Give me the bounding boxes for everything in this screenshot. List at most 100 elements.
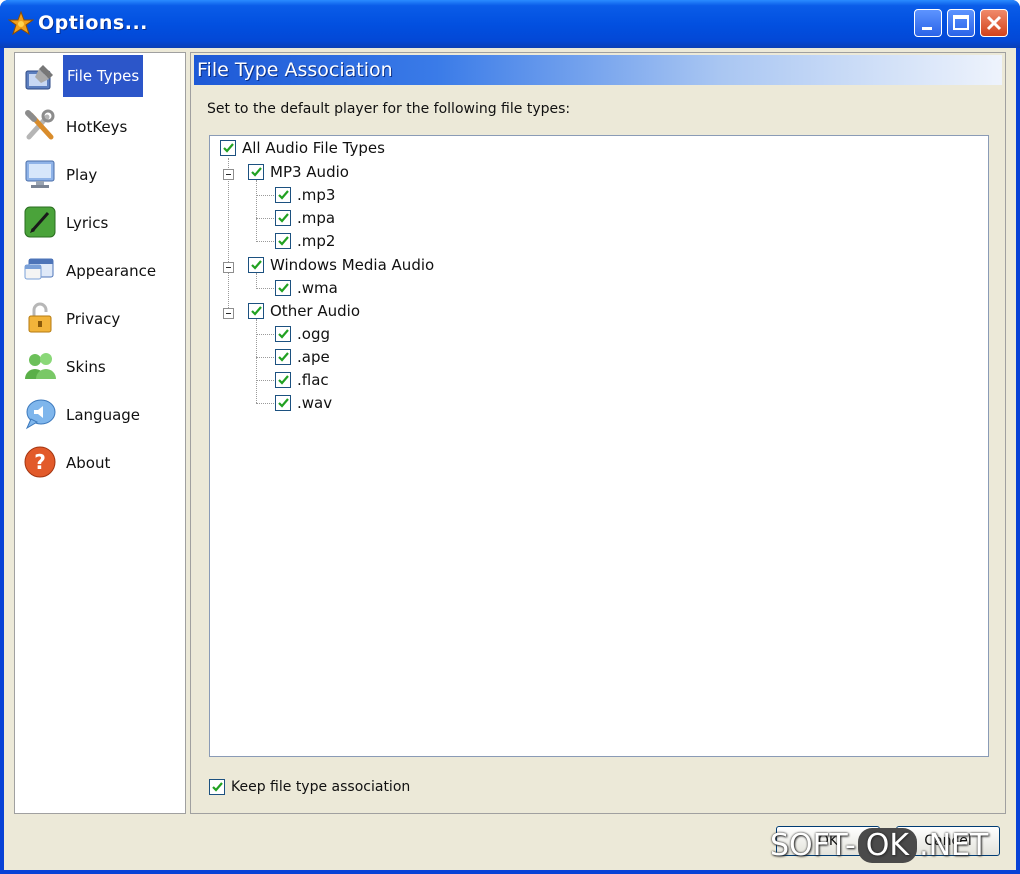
checkbox[interactable] bbox=[275, 233, 291, 249]
close-button[interactable] bbox=[980, 9, 1008, 37]
tree-label: .mpa bbox=[297, 209, 336, 227]
title-bar[interactable]: Options... bbox=[0, 0, 1020, 48]
watermark-text: SOFT- OK .NET bbox=[770, 828, 988, 863]
sidebar-item-hotkeys[interactable]: HotKeys bbox=[21, 103, 181, 149]
lock-icon bbox=[28, 302, 52, 333]
sidebar-item-label: Appearance bbox=[66, 262, 157, 280]
tree-label: All Audio File Types bbox=[242, 139, 385, 157]
help-icon: ? bbox=[24, 446, 56, 478]
tree-connector bbox=[256, 380, 274, 381]
sidebar-item-label: Skins bbox=[66, 358, 106, 376]
speech-icon bbox=[25, 399, 56, 430]
check-icon bbox=[278, 352, 289, 362]
checkbox[interactable] bbox=[220, 140, 236, 156]
watermark-left: SOFT- bbox=[770, 828, 856, 863]
maximize-icon bbox=[953, 15, 969, 30]
checkbox[interactable] bbox=[275, 280, 291, 296]
options-sidebar: File Types HotKeys Play Lyrics Appearanc… bbox=[14, 52, 186, 814]
tree-label: .wav bbox=[297, 394, 333, 412]
watermark-right: .NET bbox=[919, 828, 989, 863]
file-types-panel: File Type Association Set to the default… bbox=[190, 52, 1006, 814]
app-star-icon bbox=[8, 11, 34, 36]
minimize-icon bbox=[922, 27, 932, 30]
sidebar-item-label: Language bbox=[66, 406, 141, 424]
sidebar-item-appearance[interactable]: Appearance bbox=[21, 247, 181, 293]
dialog-body: File Types HotKeys Play Lyrics Appearanc… bbox=[4, 48, 1016, 870]
section-header: File Type Association bbox=[194, 55, 1002, 85]
tools-icon bbox=[25, 109, 55, 140]
collapse-mp3-icon[interactable] bbox=[223, 169, 234, 180]
sidebar-item-label: Privacy bbox=[66, 310, 121, 328]
sidebar-item-play[interactable]: Play bbox=[21, 151, 181, 197]
users-icon bbox=[25, 353, 56, 379]
tree-label: .mp3 bbox=[297, 186, 336, 204]
check-icon bbox=[251, 167, 262, 177]
tree-label: .mp2 bbox=[297, 232, 336, 250]
tree-connector bbox=[256, 334, 274, 335]
close-icon bbox=[986, 15, 1002, 31]
description-text: Set to the default player for the follow… bbox=[207, 101, 571, 117]
section-title: File Type Association bbox=[197, 59, 393, 81]
sidebar-item-about[interactable]: ? About bbox=[21, 439, 181, 485]
sidebar-item-label: Play bbox=[66, 166, 98, 184]
checkbox[interactable] bbox=[275, 395, 291, 411]
checkbox[interactable] bbox=[248, 257, 264, 273]
check-icon bbox=[251, 260, 262, 270]
sidebar-item-label: File Types bbox=[63, 55, 144, 97]
tree-connector bbox=[256, 273, 257, 287]
keep-association-label: Keep file type association bbox=[231, 779, 411, 795]
checkbox[interactable] bbox=[275, 210, 291, 226]
svg-text:?: ? bbox=[34, 450, 46, 474]
checkbox[interactable] bbox=[248, 164, 264, 180]
checkbox[interactable] bbox=[275, 372, 291, 388]
check-icon bbox=[278, 398, 289, 408]
tree-connector bbox=[256, 195, 274, 196]
monitor-icon bbox=[25, 160, 55, 188]
sidebar-item-privacy[interactable]: Privacy bbox=[21, 295, 181, 341]
checkbox[interactable] bbox=[275, 187, 291, 203]
tree-connector bbox=[256, 403, 274, 404]
check-icon bbox=[278, 190, 289, 200]
checkbox[interactable] bbox=[275, 326, 291, 342]
watermark-pill: OK bbox=[857, 828, 918, 863]
pencil-icon bbox=[25, 65, 53, 90]
check-icon bbox=[251, 306, 262, 316]
tree-label: .ogg bbox=[297, 325, 330, 343]
check-icon bbox=[278, 213, 289, 223]
check-icon bbox=[223, 143, 234, 153]
tree-label: Windows Media Audio bbox=[270, 256, 435, 274]
minimize-button[interactable] bbox=[914, 9, 942, 37]
check-icon bbox=[212, 782, 223, 792]
collapse-wma-icon[interactable] bbox=[223, 262, 234, 273]
tree-label: .wma bbox=[297, 279, 338, 297]
maximize-button[interactable] bbox=[947, 9, 975, 37]
collapse-other-icon[interactable] bbox=[223, 308, 234, 319]
tree-connector bbox=[256, 319, 257, 403]
sidebar-item-label: Lyrics bbox=[66, 214, 109, 232]
appearance-window-icon bbox=[24, 258, 54, 280]
check-icon bbox=[278, 283, 289, 293]
checkbox[interactable] bbox=[209, 779, 225, 795]
checkbox[interactable] bbox=[275, 349, 291, 365]
checkbox[interactable] bbox=[248, 303, 264, 319]
check-icon bbox=[278, 236, 289, 246]
tree-connector bbox=[228, 158, 229, 318]
keep-association-checkbox[interactable]: Keep file type association bbox=[209, 777, 509, 799]
lyrics-pen-icon bbox=[24, 206, 56, 238]
check-icon bbox=[278, 329, 289, 339]
sidebar-item-label: HotKeys bbox=[66, 118, 128, 136]
window-title: Options... bbox=[38, 12, 148, 34]
sidebar-item-file-types[interactable]: File Types bbox=[21, 55, 181, 101]
sidebar-item-skins[interactable]: Skins bbox=[21, 343, 181, 389]
options-window: Options... File Types HotKeys Play Lyric… bbox=[0, 0, 1020, 874]
tree-connector bbox=[256, 288, 274, 289]
tree-connector bbox=[256, 218, 274, 219]
tree-label: Other Audio bbox=[270, 302, 360, 320]
file-type-tree: All Audio File Types MP3 Audio .mp3 .mpa bbox=[209, 135, 989, 757]
check-icon bbox=[278, 375, 289, 385]
sidebar-item-language[interactable]: Language bbox=[21, 391, 181, 437]
sidebar-item-lyrics[interactable]: Lyrics bbox=[21, 199, 181, 245]
sidebar-item-label: About bbox=[66, 454, 111, 472]
tree-connector bbox=[256, 357, 274, 358]
tree-label: .flac bbox=[297, 371, 329, 389]
